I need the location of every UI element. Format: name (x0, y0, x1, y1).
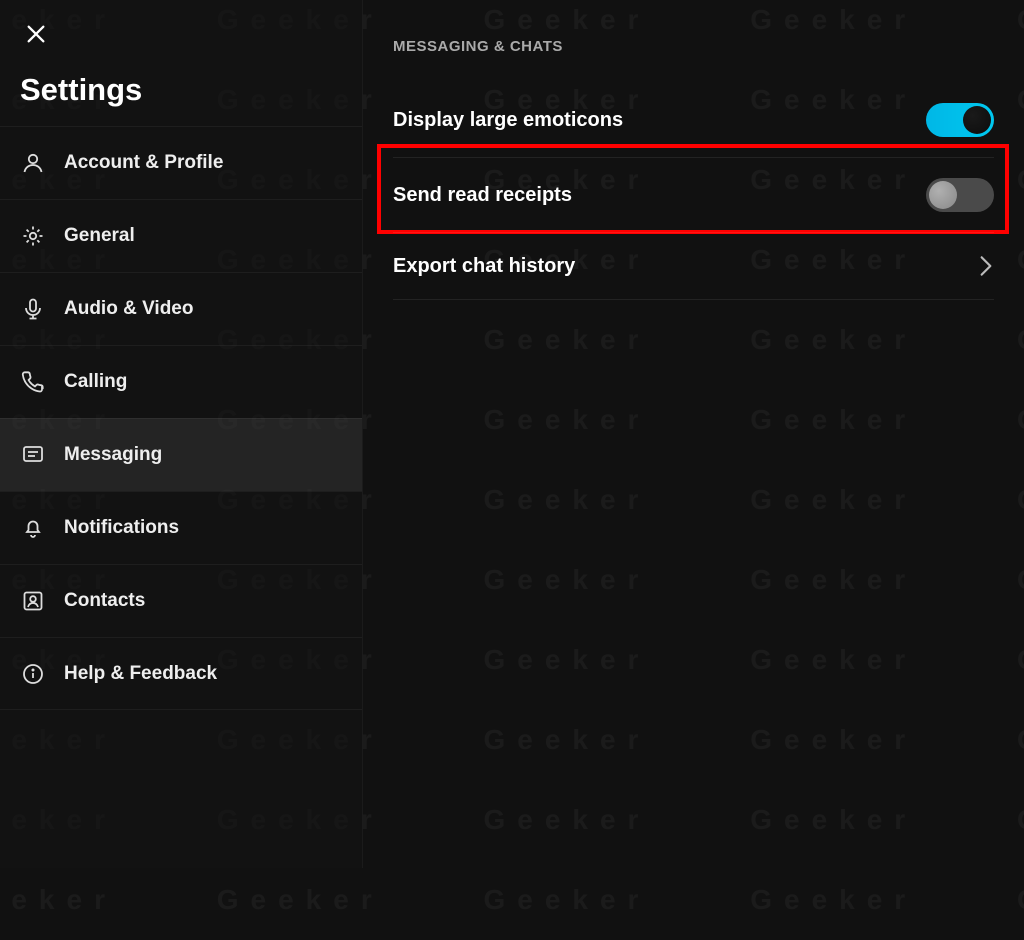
sidebar-item-general[interactable]: General (0, 199, 362, 272)
toggle-read-receipts[interactable] (926, 178, 994, 212)
toggle-large-emoticons[interactable] (926, 103, 994, 137)
settings-sidebar: Settings Account & Profile General (0, 0, 363, 868)
row-label: Export chat history (393, 255, 575, 278)
chevron-right-icon (978, 253, 994, 279)
row-display-large-emoticons: Display large emoticons (393, 83, 994, 158)
page-title: Settings (0, 58, 362, 126)
bell-icon (20, 515, 46, 541)
sidebar-item-calling[interactable]: Calling (0, 345, 362, 418)
sidebar-item-contacts[interactable]: Contacts (0, 564, 362, 637)
sidebar-item-notifications[interactable]: Notifications (0, 491, 362, 564)
sidebar-item-help-feedback[interactable]: Help & Feedback (0, 637, 362, 710)
toggle-knob (963, 106, 991, 134)
person-icon (20, 150, 46, 176)
row-export-chat-history[interactable]: Export chat history (393, 233, 994, 300)
info-icon (20, 661, 46, 687)
sidebar-item-label: Help & Feedback (64, 663, 217, 685)
sidebar-item-label: Audio & Video (64, 298, 193, 320)
mic-icon (20, 296, 46, 322)
toggle-knob (929, 181, 957, 209)
sidebar-item-audio-video[interactable]: Audio & Video (0, 272, 362, 345)
row-label: Display large emoticons (393, 109, 623, 132)
sidebar-item-account-profile[interactable]: Account & Profile (0, 126, 362, 199)
sidebar-item-label: Messaging (64, 444, 162, 466)
chat-icon (20, 442, 46, 468)
main-panel: MESSAGING & CHATS Display large emoticon… (363, 0, 1024, 868)
section-heading: MESSAGING & CHATS (393, 38, 994, 55)
row-label: Send read receipts (393, 184, 572, 207)
sidebar-item-messaging[interactable]: Messaging (0, 418, 362, 491)
contacts-icon (20, 588, 46, 614)
sidebar-item-label: General (64, 225, 135, 247)
phone-icon (20, 369, 46, 395)
close-icon (25, 23, 47, 50)
sidebar-item-label: Contacts (64, 590, 145, 612)
gear-icon (20, 223, 46, 249)
sidebar-item-label: Calling (64, 371, 127, 393)
sidebar-item-label: Account & Profile (64, 152, 223, 174)
close-button[interactable] (14, 14, 58, 58)
row-send-read-receipts: Send read receipts (393, 158, 994, 233)
sidebar-item-label: Notifications (64, 517, 179, 539)
